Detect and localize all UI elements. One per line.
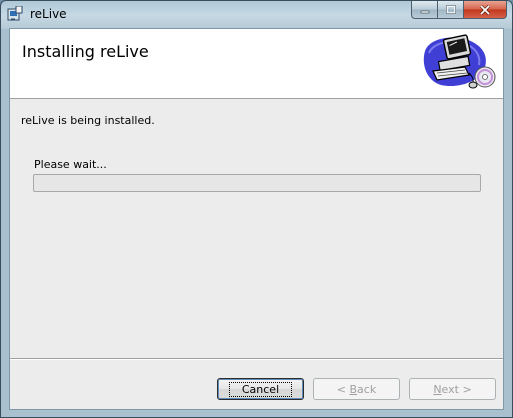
caption-buttons [411, 1, 507, 19]
installer-app-icon [7, 6, 23, 21]
cancel-button-label: Cancel [228, 381, 293, 397]
window-title: reLive [30, 7, 67, 21]
cancel-button[interactable]: Cancel [217, 378, 304, 400]
dialog-client-area: Installing reLive reLive is being instal… [9, 28, 504, 410]
next-button-label: ext [441, 382, 459, 396]
maximize-icon [445, 5, 456, 14]
footer-separator [10, 358, 503, 360]
maximize-button[interactable] [437, 1, 463, 19]
back-button-label: ack [357, 382, 377, 396]
please-wait-label: Please wait... [34, 158, 107, 171]
back-button-mnemonic: B [349, 382, 358, 396]
minimize-button[interactable] [411, 1, 437, 19]
close-icon [479, 4, 491, 15]
page-title: Installing reLive [22, 42, 149, 61]
next-button-suffix: > [458, 382, 472, 396]
next-button[interactable]: Next > [409, 378, 496, 400]
minimize-icon [420, 10, 429, 13]
next-button-mnemonic: N [433, 382, 442, 396]
back-button-prefix: < [336, 382, 350, 396]
computer-cd-icon [423, 34, 496, 89]
installer-window: reLive Installing reLive reLive is being… [0, 0, 513, 418]
install-progress-bar [33, 174, 481, 192]
back-button[interactable]: < Back [313, 378, 400, 400]
title-bar[interactable]: reLive [1, 1, 512, 28]
install-status-text: reLive is being installed. [21, 114, 155, 127]
header-banner: Installing reLive [10, 29, 503, 99]
close-button[interactable] [463, 1, 507, 19]
